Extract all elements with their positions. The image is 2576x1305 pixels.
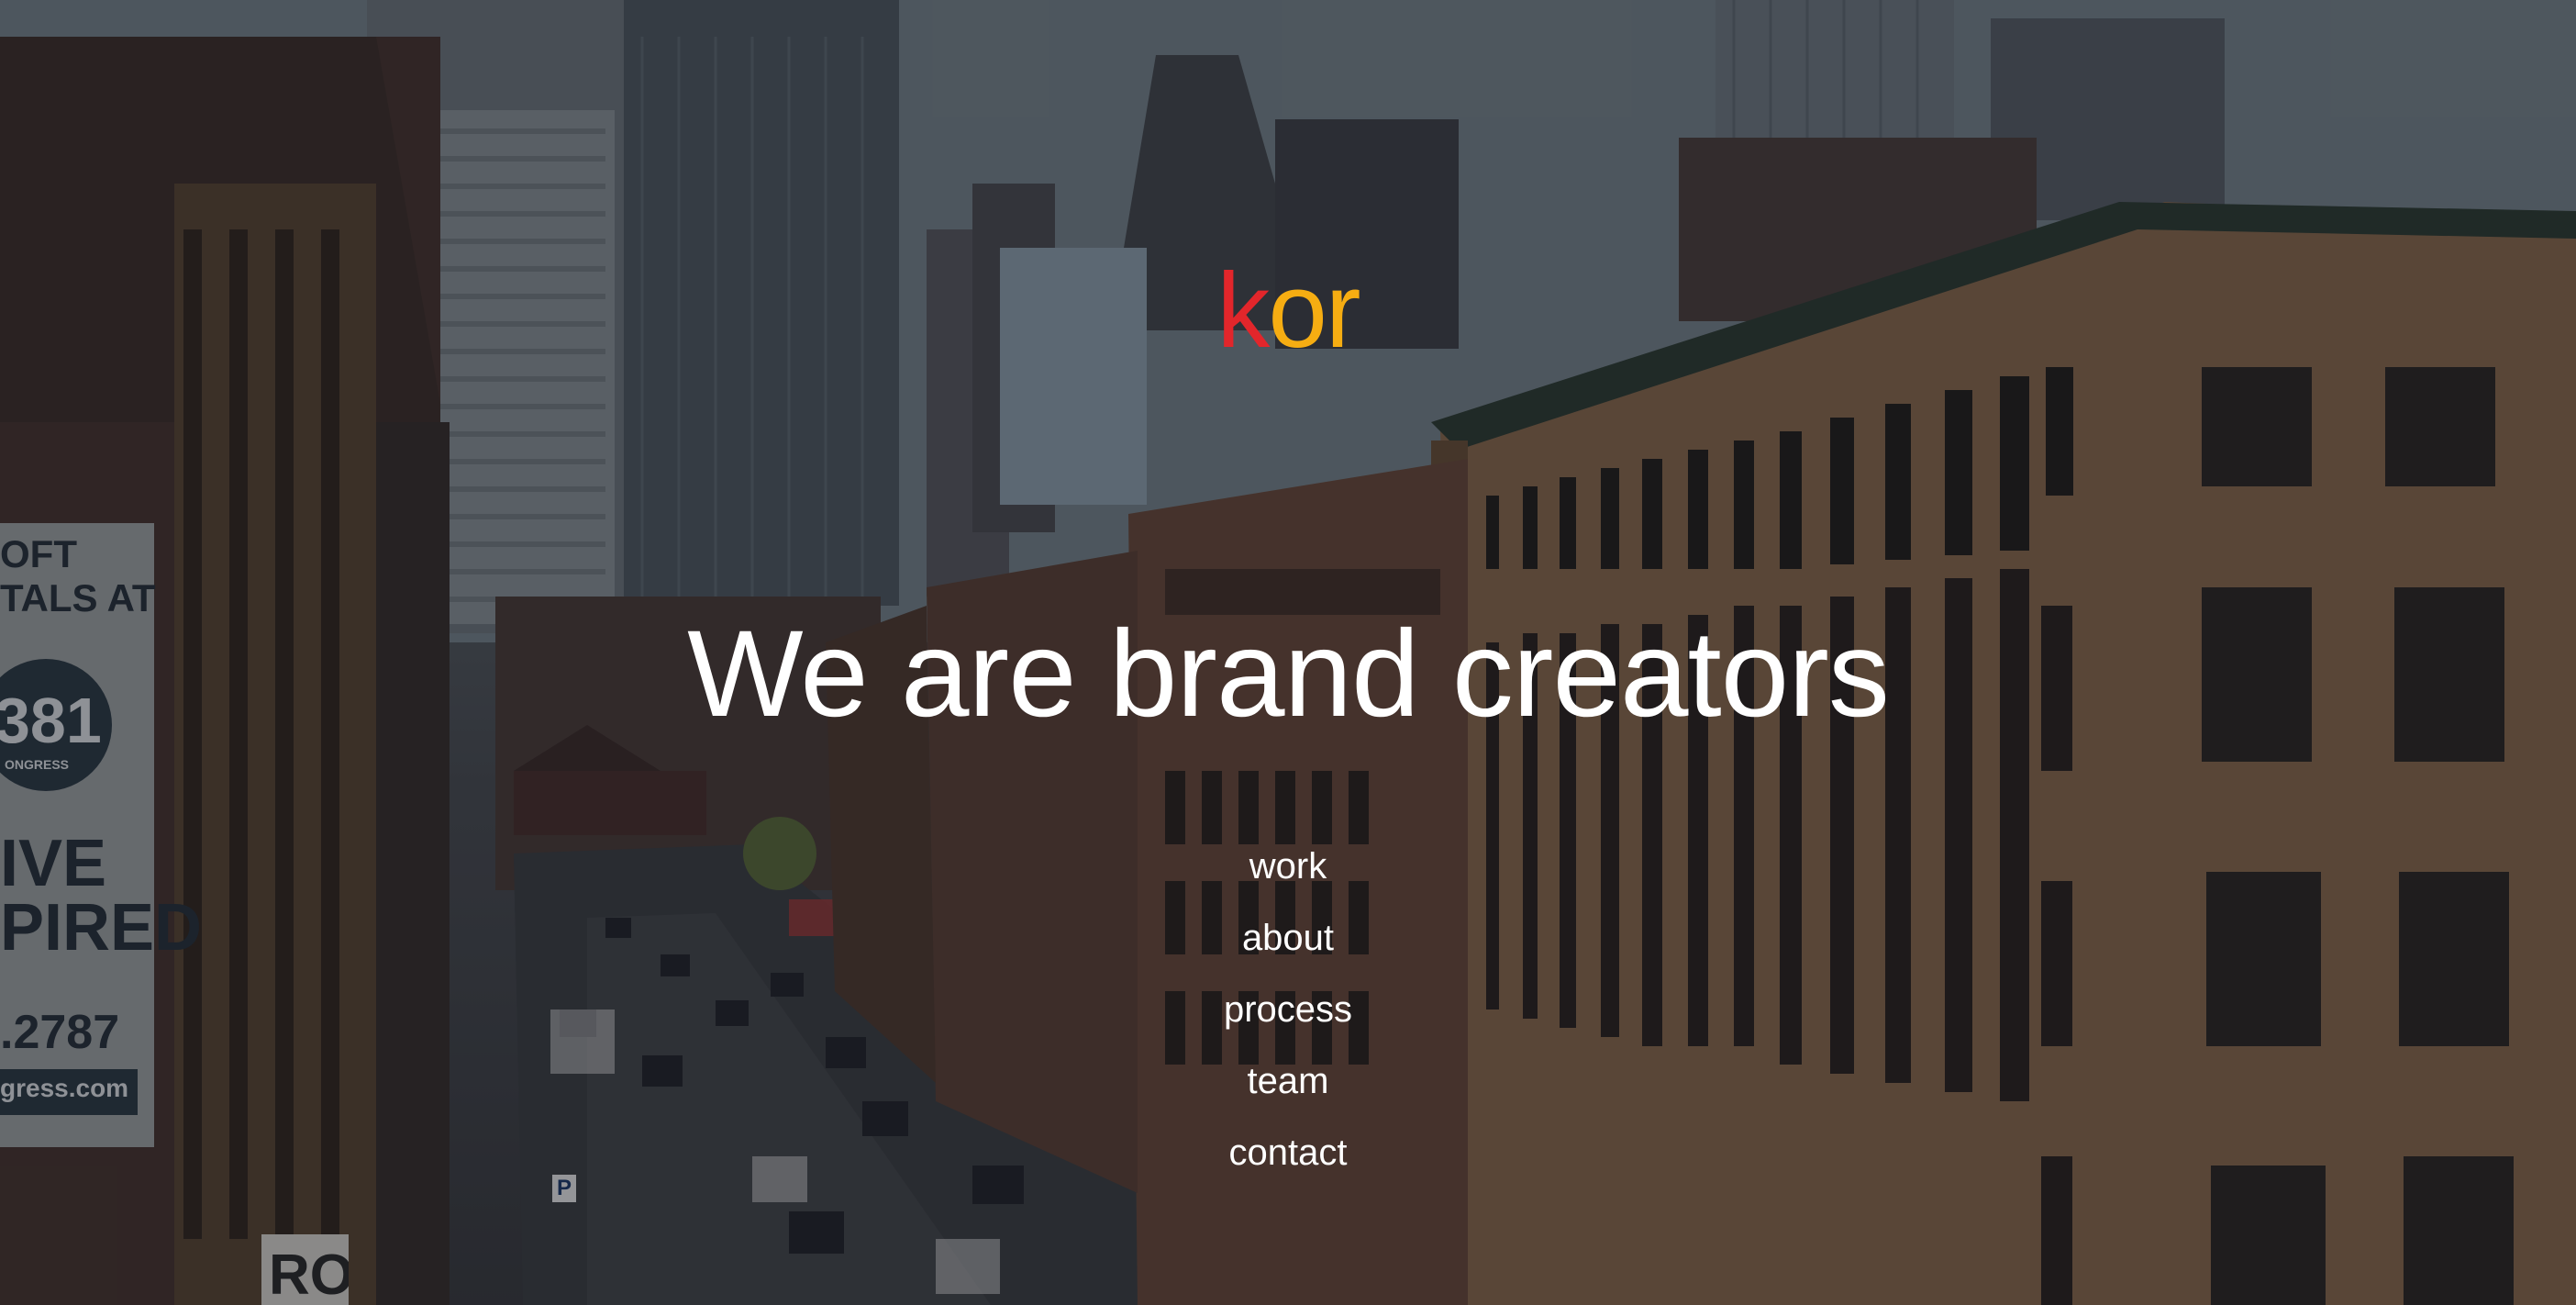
- nav-link-process[interactable]: process: [1224, 989, 1352, 1030]
- kor-logo[interactable]: kor: [0, 257, 2576, 363]
- nav-item-contact: contact: [0, 1117, 2576, 1188]
- nav-link-work[interactable]: work: [1249, 846, 1327, 887]
- logo-letters-or: or: [1268, 251, 1360, 370]
- nav-link-contact[interactable]: contact: [1229, 1132, 1348, 1173]
- hero-headline: We are brand creators: [687, 606, 1890, 742]
- nav-item-team: team: [0, 1045, 2576, 1117]
- nav-item-process: process: [0, 974, 2576, 1045]
- nav-item-about: about: [0, 902, 2576, 974]
- main-nav: work about process team contact: [0, 831, 2576, 1188]
- nav-link-about[interactable]: about: [1242, 918, 1334, 958]
- logo-letter-k: k: [1216, 251, 1270, 370]
- nav-link-team[interactable]: team: [1248, 1061, 1329, 1101]
- nav-item-work: work: [0, 831, 2576, 902]
